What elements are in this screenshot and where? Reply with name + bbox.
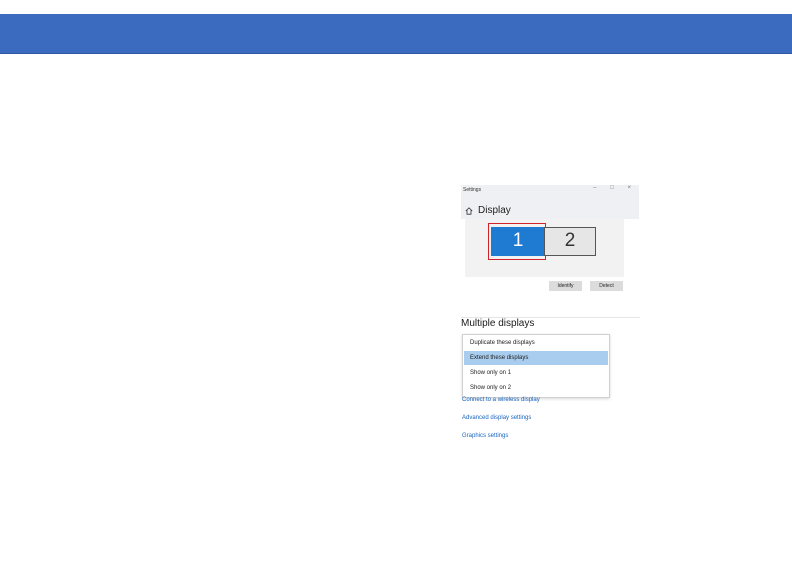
identify-button[interactable]: Identify [549,281,582,291]
monitor-2[interactable]: 2 [544,227,596,256]
monitor-arrangement: 1 2 [465,219,624,277]
graphics-settings-link[interactable]: Graphics settings [462,433,508,439]
top-banner [0,14,792,54]
minimize-button[interactable]: – [593,185,602,191]
option-duplicate[interactable]: Duplicate these displays [464,336,608,350]
connect-wireless-display-link[interactable]: Connect to a wireless display [462,397,540,403]
monitor-2-label: 2 [564,230,576,251]
close-button[interactable]: × [627,185,637,191]
title-bar: Settings – □ × Display [461,185,639,219]
multiple-displays-dropdown[interactable]: Duplicate these displays Extend these di… [462,334,610,398]
display-settings-window: Settings – □ × Display 1 2 Identify Dete… [461,185,640,450]
option-extend[interactable]: Extend these displays [464,351,608,365]
multiple-displays-heading: Multiple displays [461,318,535,329]
window-title: Settings [463,187,482,193]
page-header: Display [465,205,511,216]
option-show-only-2[interactable]: Show only on 2 [464,381,608,395]
detect-button[interactable]: Detect [590,281,623,291]
maximize-button[interactable]: □ [610,185,620,191]
home-icon[interactable] [465,206,473,215]
window-controls: – □ × [593,185,637,191]
monitor-1-label: 1 [512,230,524,251]
option-show-only-1[interactable]: Show only on 1 [464,366,608,380]
advanced-display-settings-link[interactable]: Advanced display settings [462,415,531,421]
page-title: Display [478,205,511,216]
monitor-1[interactable]: 1 [492,228,544,255]
